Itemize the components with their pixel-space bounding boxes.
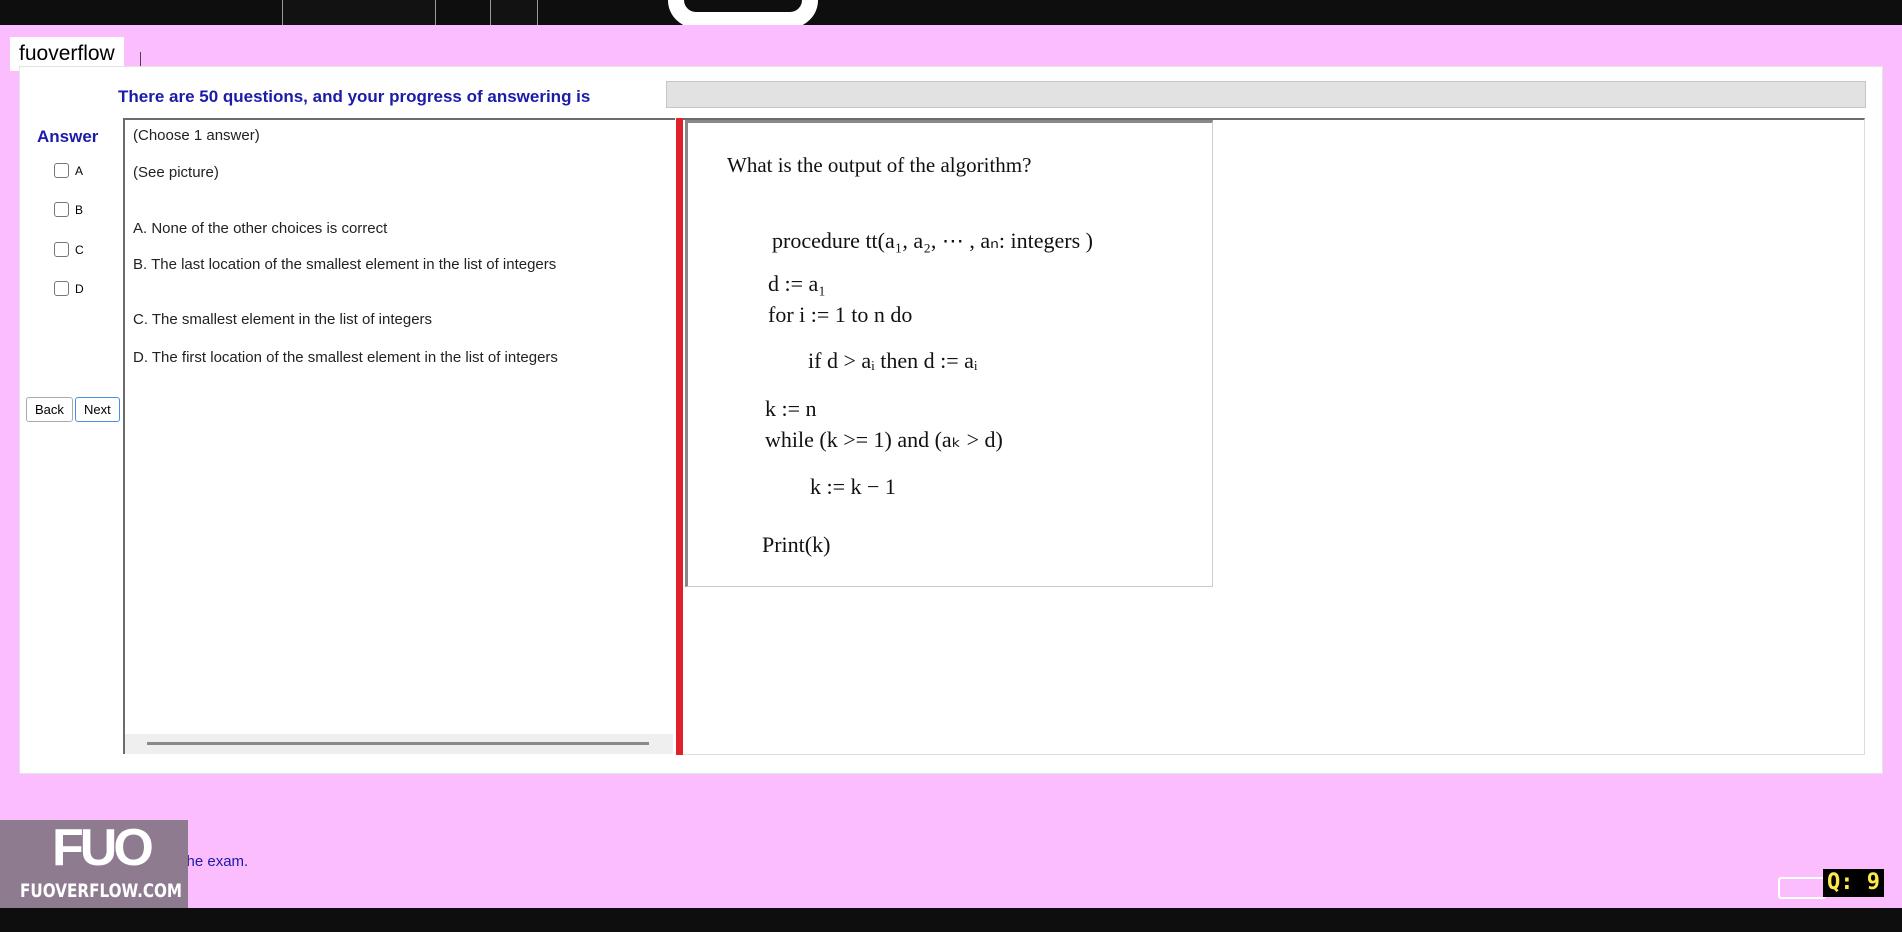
answer-option-label: A [75, 163, 84, 178]
answer-option-label: C [75, 242, 84, 257]
fuo-logo: FUO FUOVERFLOW.COM [0, 819, 188, 908]
answer-option-b[interactable]: B [54, 202, 83, 217]
image-prompt: What is the output of the algorithm? [727, 153, 1032, 177]
question-number-badge: Q: 9 [1823, 869, 1884, 897]
answer-option-label: D [75, 281, 84, 296]
scrollbar-thumb[interactable] [147, 742, 649, 745]
answer-option-label: B [75, 202, 84, 217]
answer-option-d[interactable]: D [54, 281, 84, 296]
choice-b: B. The last location of the smallest ele… [133, 256, 557, 273]
pane-divider[interactable] [676, 118, 683, 755]
question-image: What is the output of the algorithm? pro… [685, 120, 1213, 587]
answer-title: Answer [37, 127, 99, 146]
algo-if-stmt: if d > aᵢ then d := aᵢ [808, 348, 978, 373]
checkbox-d[interactable] [54, 281, 69, 296]
algo-print: Print(k) [762, 532, 831, 557]
see-picture-note: (See picture) [133, 164, 219, 181]
horizontal-scrollbar[interactable] [125, 734, 673, 754]
checkbox-a[interactable] [54, 163, 69, 178]
algo-assign-d: d := a₁ [768, 271, 826, 296]
timer-display [668, 0, 818, 25]
answer-option-a[interactable]: A [54, 163, 83, 178]
bottom-bar [0, 908, 1902, 932]
checkbox-b[interactable] [54, 202, 69, 217]
algo-for-loop: for i := 1 to n do [768, 302, 913, 327]
checkbox-c[interactable] [54, 242, 69, 257]
algo-decrement: k := k − 1 [810, 474, 896, 499]
algo-while-loop: while (k >= 1) and (aₖ > d) [765, 427, 1003, 452]
logo-mark: FUO [52, 819, 154, 877]
choice-c: C. The smallest element in the list of i… [133, 311, 433, 328]
back-button[interactable]: Back [26, 397, 73, 422]
choice-a: A. None of the other choices is correct [133, 220, 388, 237]
next-button[interactable]: Next [75, 397, 120, 422]
choice-d: D. The first location of the smallest el… [133, 349, 558, 366]
top-bar [0, 0, 1902, 25]
progress-bar [666, 81, 1866, 108]
question-pane[interactable] [123, 118, 675, 754]
top-control-small[interactable] [490, 0, 538, 25]
algo-assign-k: k := n [765, 396, 817, 421]
logo-site: FUOVERFLOW.COM [20, 880, 183, 902]
question-nav-box[interactable] [1778, 877, 1826, 899]
progress-label: There are 50 questions, and your progres… [118, 87, 591, 106]
answer-option-c[interactable]: C [54, 242, 84, 257]
question-instruction: (Choose 1 answer) [133, 127, 260, 144]
algo-procedure: procedure tt(a₁, a₂, ⋯ , aₙ: integers ) [772, 228, 1093, 253]
top-control-box[interactable] [282, 0, 436, 25]
